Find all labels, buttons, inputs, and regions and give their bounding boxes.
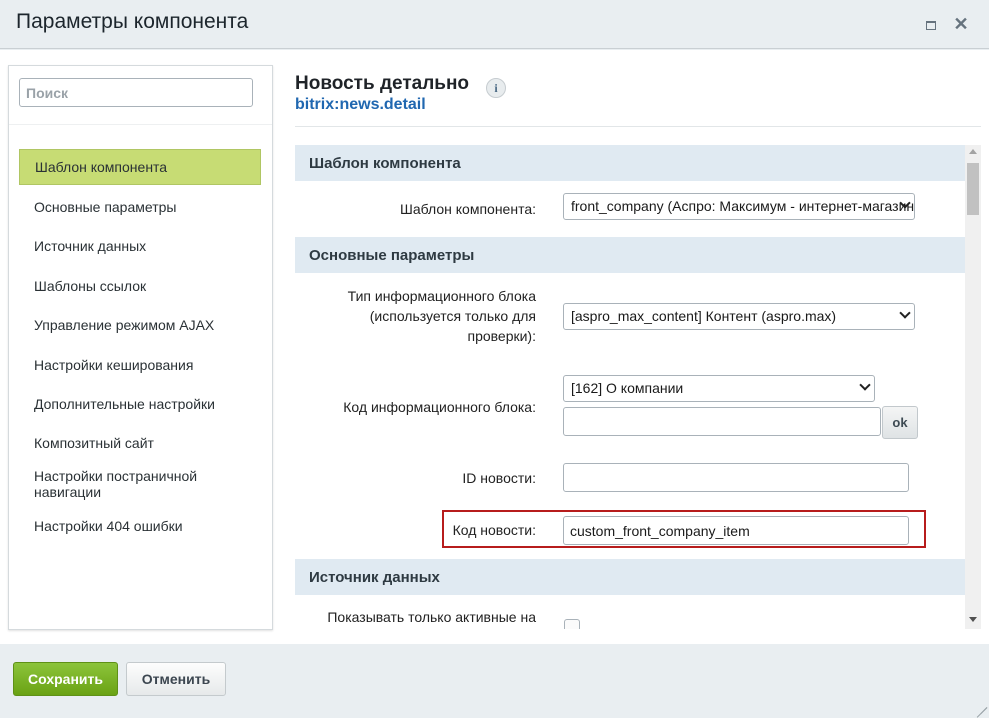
params-form: Шаблон компонента Шаблон компонента: fro… xyxy=(295,145,981,629)
sidebar-item-caching[interactable]: Настройки кеширования xyxy=(19,357,261,373)
active-only-label: Показывать только активные на xyxy=(327,609,536,625)
sidebar-item-composite[interactable]: Композитный сайт xyxy=(19,435,261,451)
iblock-code-label: Код информационного блока: xyxy=(343,399,536,415)
news-id-input[interactable] xyxy=(563,463,909,492)
sidebar-item-ajax[interactable]: Управление режимом AJAX xyxy=(19,317,261,333)
titlebar[interactable]: Параметры компонента ✕ xyxy=(0,0,989,49)
maximize-icon[interactable] xyxy=(922,14,940,34)
iblock-code-select-value: [162] О компании xyxy=(571,380,684,396)
template-select[interactable]: front_company (Аспро: Максимум - интерне… xyxy=(563,193,915,220)
iblock-type-select[interactable]: [aspro_max_content] Контент (aspro.max) xyxy=(563,303,915,330)
main-panel: Новость детально i bitrix:news.detail Ша… xyxy=(295,50,981,644)
dialog-footer: Сохранить Отменить xyxy=(0,644,989,710)
sidebar-item-pagination[interactable]: Настройки постраничной навигации xyxy=(19,468,261,500)
section-template: Шаблон компонента xyxy=(295,145,965,181)
sidebar-item-404[interactable]: Настройки 404 ошибки xyxy=(19,518,261,534)
news-id-label: ID новости: xyxy=(462,470,536,486)
template-label: Шаблон компонента: xyxy=(400,201,536,217)
iblock-type-label: Тип информационного блока (используется … xyxy=(347,288,536,344)
scroll-down-icon[interactable] xyxy=(969,617,977,622)
sidebar: Шаблон компонента Основные параметры Ист… xyxy=(8,65,273,630)
save-button[interactable]: Сохранить xyxy=(13,662,118,696)
info-icon[interactable]: i xyxy=(486,78,506,98)
resize-grip-icon[interactable] xyxy=(973,694,988,718)
chevron-down-icon xyxy=(899,307,911,319)
cancel-button[interactable]: Отменить xyxy=(126,662,226,696)
component-title: Новость детально xyxy=(295,73,470,94)
close-icon[interactable]: ✕ xyxy=(952,14,970,34)
news-code-label: Код новости: xyxy=(452,522,536,538)
scroll-up-icon[interactable] xyxy=(969,149,977,154)
component-code: bitrix:news.detail xyxy=(295,96,426,113)
ok-button[interactable]: ok xyxy=(882,406,918,439)
iblock-code-input[interactable] xyxy=(563,407,881,436)
header-divider xyxy=(295,126,981,127)
iblock-type-select-value: [aspro_max_content] Контент (aspro.max) xyxy=(571,308,837,324)
scroll-thumb[interactable] xyxy=(967,163,979,215)
template-select-value: front_company (Аспро: Максимум - интерне… xyxy=(571,198,915,214)
dialog-title: Параметры компонента xyxy=(16,10,249,33)
sidebar-divider xyxy=(9,124,272,125)
sidebar-item-additional[interactable]: Дополнительные настройки xyxy=(19,396,261,412)
section-data-source: Источник данных xyxy=(295,559,965,595)
sidebar-item-main-params[interactable]: Основные параметры xyxy=(19,199,261,215)
component-settings-dialog: Параметры компонента ✕ Шаблон компонента… xyxy=(0,0,989,718)
sidebar-item-template[interactable]: Шаблон компонента xyxy=(19,149,261,185)
dialog-body: Шаблон компонента Основные параметры Ист… xyxy=(0,50,989,644)
search-input[interactable] xyxy=(19,78,253,107)
sidebar-item-url-templates[interactable]: Шаблоны ссылок xyxy=(19,278,261,294)
chevron-down-icon xyxy=(859,379,871,391)
sidebar-item-data-source[interactable]: Источник данных xyxy=(19,238,261,254)
iblock-code-select[interactable]: [162] О компании xyxy=(563,375,875,402)
section-main-params: Основные параметры xyxy=(295,237,965,273)
form-scrollbar[interactable] xyxy=(965,145,981,629)
news-code-input[interactable] xyxy=(563,516,909,545)
active-only-checkbox[interactable] xyxy=(564,619,580,629)
